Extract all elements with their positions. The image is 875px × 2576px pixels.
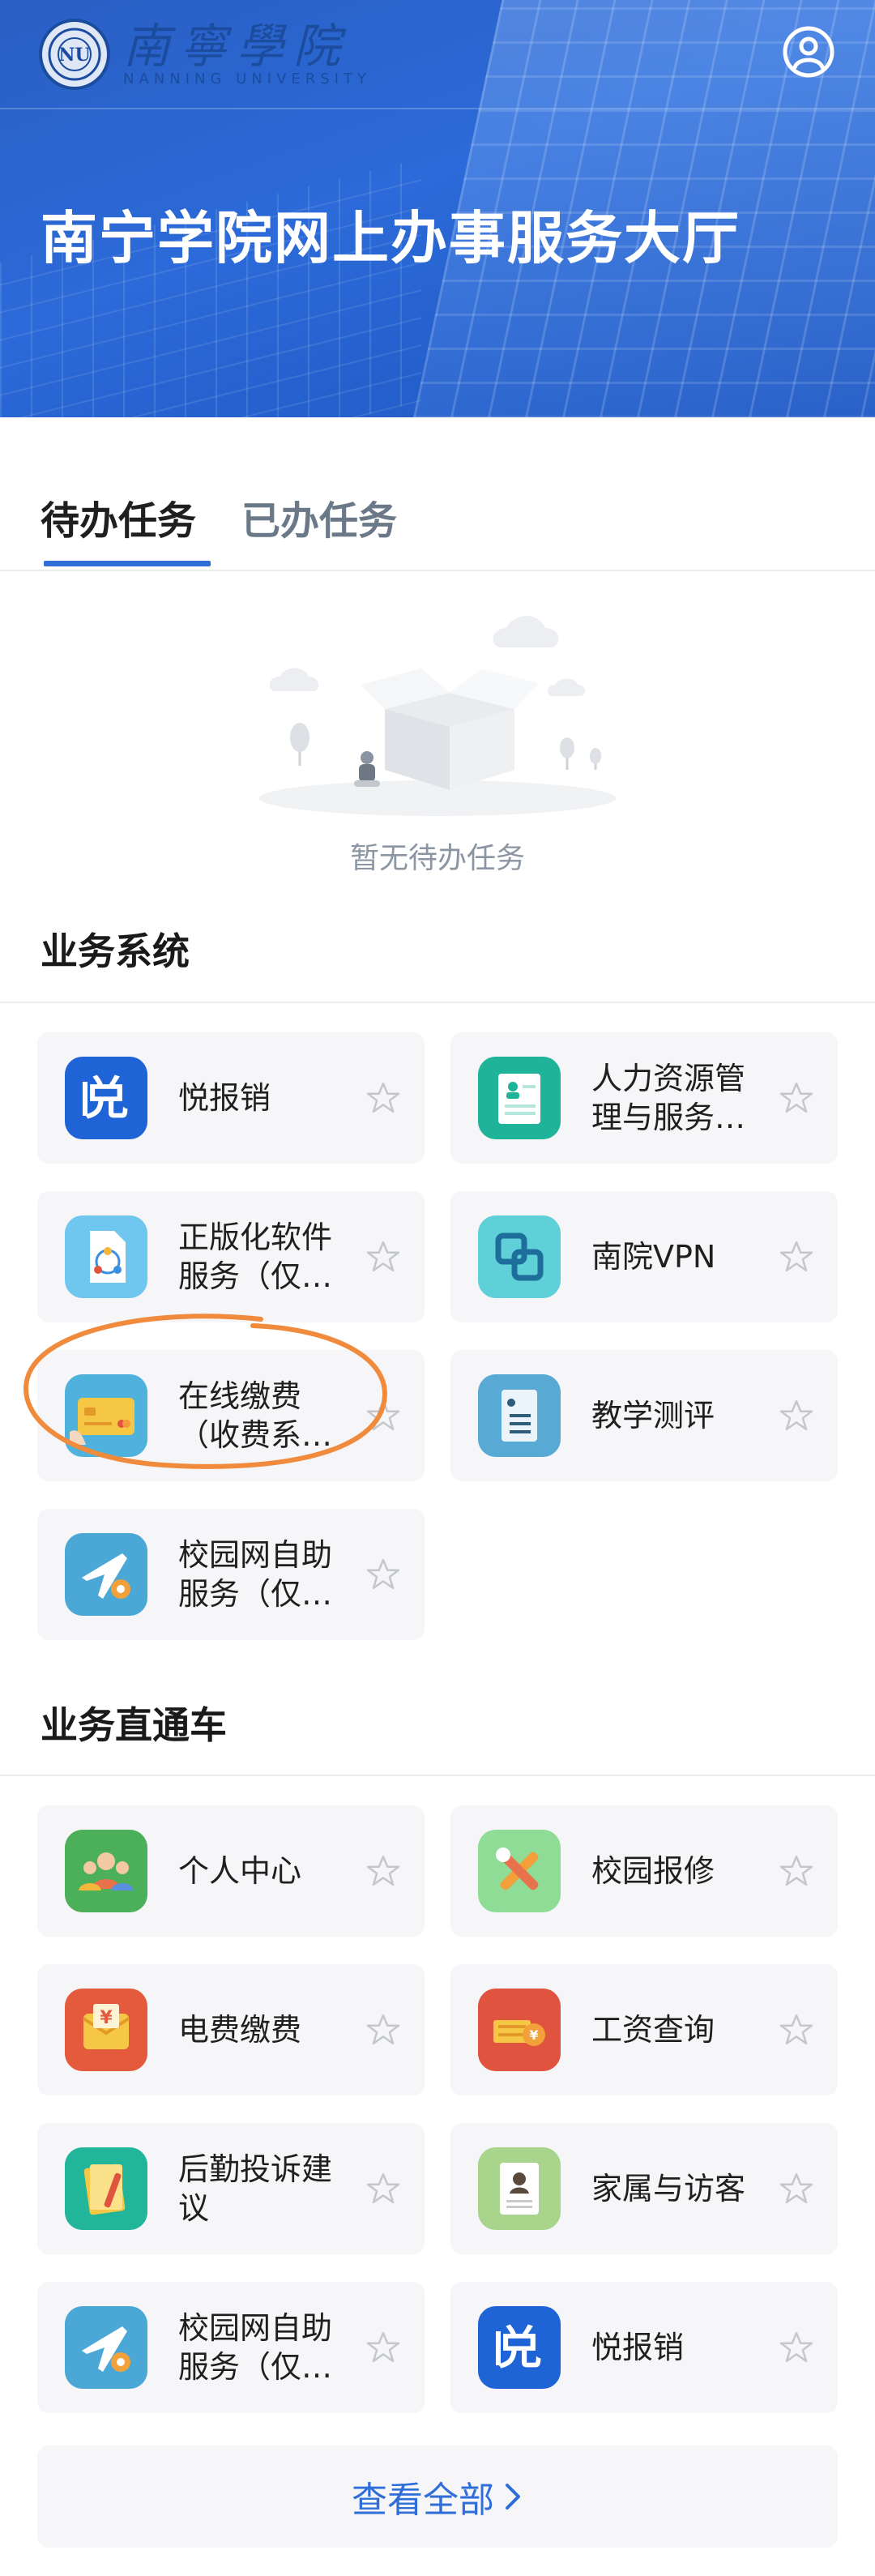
star-icon[interactable]: [779, 1854, 813, 1888]
card-label: 个人中心: [178, 1853, 302, 1889]
svg-text:¥: ¥: [529, 2027, 538, 2043]
view-all-label: 查看全部: [352, 2480, 494, 2521]
star-icon[interactable]: [779, 2172, 813, 2206]
view-all-button[interactable]: 查看全部: [37, 2446, 838, 2548]
card-label: 悦报销: [591, 2330, 685, 2365]
task-tabs: 待办任务 已办任务: [0, 417, 875, 571]
card-yue-reimbursement[interactable]: 兑 悦报销: [37, 1032, 425, 1164]
topbar-divider: [0, 108, 875, 109]
star-icon[interactable]: [779, 1399, 813, 1433]
card-campus-network-2[interactable]: 校园网自助服务（仅…: [37, 2282, 425, 2413]
star-icon[interactable]: [779, 2330, 813, 2365]
user-icon: [783, 26, 834, 78]
card-hr-management[interactable]: 人力资源管理与服务…: [450, 1032, 838, 1164]
vpn-link-icon: [478, 1215, 561, 1298]
card-label: 家属与访客: [591, 2171, 746, 2206]
section-title-business-systems: 业务系统: [41, 929, 190, 973]
user-account-button[interactable]: [781, 24, 836, 79]
svg-text:NU: NU: [58, 45, 90, 66]
star-icon[interactable]: [779, 1240, 813, 1274]
active-tab-indicator: [44, 561, 211, 566]
tab-completed-tasks[interactable]: 已办任务: [241, 489, 397, 545]
repair-tools-icon: [478, 1830, 561, 1912]
card-label: 校园网自助服务（仅…: [178, 1537, 333, 1612]
hr-document-icon: [478, 1057, 561, 1139]
card-label: 教学测评: [591, 1398, 715, 1433]
card-campus-network[interactable]: 校园网自助服务（仅…: [37, 1509, 425, 1640]
empty-box-illustration: [259, 616, 616, 816]
card-online-payment[interactable]: 在线缴费（收费系…: [37, 1350, 425, 1481]
svg-text:兑: 兑: [83, 1073, 129, 1126]
card-teaching-evaluation[interactable]: 教学测评: [450, 1350, 838, 1481]
people-icon: [65, 1830, 147, 1912]
star-icon[interactable]: [366, 2172, 400, 2206]
card-campus-repair[interactable]: 校园报修: [450, 1805, 838, 1937]
card-yue-reimbursement-2[interactable]: 兑 悦报销: [450, 2282, 838, 2413]
yue-receipt-icon: 兑: [65, 1057, 147, 1139]
card-family-visitors[interactable]: 家属与访客: [450, 2123, 838, 2254]
section-divider: [0, 1775, 875, 1776]
card-label: 工资查询: [591, 2012, 715, 2048]
svg-text:兑: 兑: [497, 2322, 542, 2375]
card-vpn[interactable]: 南院VPN: [450, 1191, 838, 1322]
card-personal-center[interactable]: 个人中心: [37, 1805, 425, 1937]
tab-pending-tasks[interactable]: 待办任务: [41, 489, 196, 545]
card-licensed-software[interactable]: 正版化软件服务（仅…: [37, 1191, 425, 1322]
chevron-right-icon: [506, 2484, 520, 2510]
card-label: 在线缴费（收费系…: [178, 1378, 333, 1453]
card-label: 电费缴费: [178, 2012, 302, 2048]
star-icon[interactable]: [366, 1240, 400, 1274]
card-label: 正版化软件服务（仅…: [178, 1220, 333, 1294]
yue-receipt-icon: 兑: [478, 2306, 561, 2389]
card-salary-query[interactable]: ¥ 工资查询: [450, 1964, 838, 2095]
star-icon[interactable]: [779, 1081, 813, 1115]
university-logo: NU 南寧學院 NANNING UNIVERSITY: [39, 18, 371, 91]
star-icon[interactable]: [366, 1399, 400, 1433]
network-plane-icon: [65, 1533, 147, 1616]
section-title-direct-services: 业务直通车: [41, 1703, 227, 1747]
page-title: 南宁学院网上办事服务大厅: [41, 205, 741, 271]
star-icon[interactable]: [366, 1854, 400, 1888]
evaluation-doc-icon: [478, 1374, 561, 1457]
salary-coins-icon: ¥: [478, 1989, 561, 2071]
credit-card-icon: [65, 1374, 147, 1457]
hero-banner: NU 南寧學院 NANNING UNIVERSITY 南宁学院网上办事服务大厅: [0, 0, 875, 417]
empty-state-text: 暂无待办任务: [349, 842, 525, 875]
logo-english-name: NANNING UNIVERSITY: [123, 70, 372, 88]
star-icon[interactable]: [366, 1557, 400, 1591]
card-electricity-payment[interactable]: ¥ 电费缴费: [37, 1964, 425, 2095]
network-plane-icon: [65, 2306, 147, 2389]
star-icon[interactable]: [366, 2330, 400, 2365]
university-seal-icon: NU: [39, 19, 110, 90]
star-icon[interactable]: [779, 2013, 813, 2047]
section-divider: [0, 1002, 875, 1003]
svg-text:¥: ¥: [100, 2008, 113, 2028]
card-label: 人力资源管理与服务…: [591, 1061, 746, 1135]
logo-chinese-name: 南寧學院: [123, 19, 351, 74]
star-icon[interactable]: [366, 2013, 400, 2047]
card-label: 校园网自助服务（仅…: [178, 2310, 333, 2385]
star-icon[interactable]: [366, 1081, 400, 1115]
card-logistics-complaint[interactable]: 后勤投诉建议: [37, 2123, 425, 2254]
card-label: 后勤投诉建议: [178, 2151, 333, 2226]
software-file-icon: [65, 1215, 147, 1298]
card-label: 悦报销: [178, 1080, 271, 1116]
yuan-envelope-icon: ¥: [65, 1989, 147, 2071]
card-label: 南院VPN: [591, 1239, 716, 1275]
complaint-note-icon: [65, 2147, 147, 2230]
card-label: 校园报修: [591, 1853, 715, 1889]
visitor-card-icon: [478, 2147, 561, 2230]
